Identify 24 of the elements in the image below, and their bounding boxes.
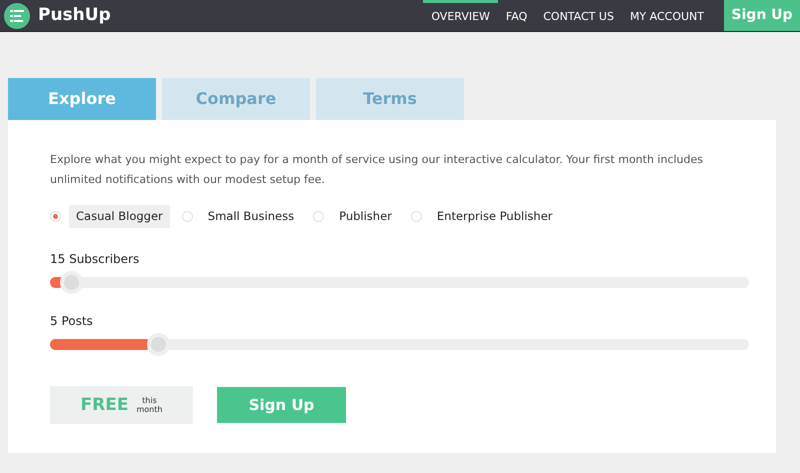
radio-button[interactable] [313, 211, 324, 222]
slider-thumb[interactable] [60, 271, 83, 294]
nav-link[interactable]: OVERVIEW [423, 0, 498, 31]
radio-button[interactable] [410, 211, 422, 222]
nav-link[interactable]: CONTACT US [535, 0, 622, 31]
logo-icon [4, 2, 30, 28]
plan-label[interactable]: Small Business [200, 205, 302, 228]
plan-label[interactable]: Publisher [332, 205, 399, 228]
slider-label: 15 Subscribers [50, 251, 140, 268]
nav-link[interactable]: FAQ [498, 0, 536, 31]
intro-text: Explore what you might expect to pay for a month of service using our interactive calculator. Your first month includes unlimited notifications with our modest setup fee. [50, 152, 704, 188]
slider-thumb[interactable] [147, 333, 170, 356]
brand-name[interactable]: PushUp [38, 2, 111, 28]
radio-button[interactable] [182, 211, 193, 222]
price-note: this [142, 396, 157, 406]
slider-track[interactable] [50, 277, 749, 288]
plan-label[interactable]: Casual Blogger [69, 205, 170, 228]
radio-button[interactable] [50, 211, 61, 222]
nav-link[interactable]: MY ACCOUNT [622, 0, 712, 31]
price-amount: FREE [80, 394, 128, 416]
plan-label[interactable]: Enterprise Publisher [430, 205, 560, 228]
price-note: month [136, 405, 162, 414]
slider-label: 5 Posts [50, 313, 94, 330]
slider-track[interactable] [50, 339, 749, 350]
